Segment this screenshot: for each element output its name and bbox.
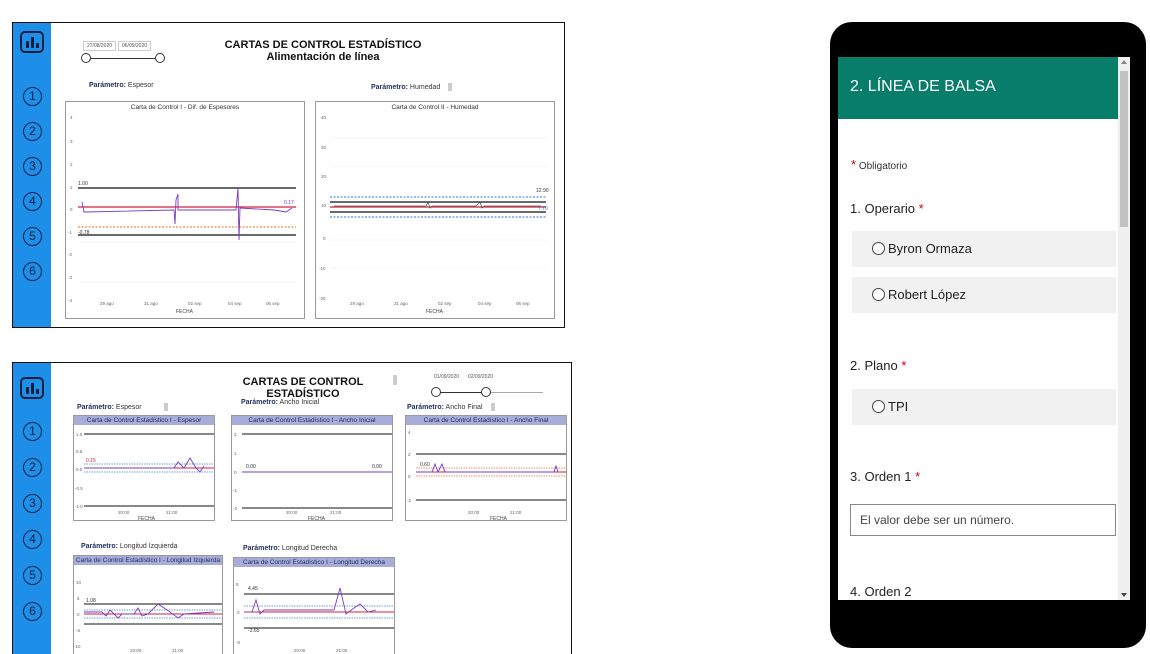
chart-longitud-derecha[interactable]: Carta de Control Estadístico I - Longitu… — [233, 557, 395, 654]
dashboard-subtitle: Alimentación de línea — [266, 51, 380, 63]
date-slider-track — [85, 58, 161, 59]
nav-page-2[interactable]: 2 — [23, 122, 42, 141]
param-humedad[interactable]: Parámetro: Humedad — [371, 83, 453, 91]
option-tpi[interactable]: TPI — [852, 389, 1116, 425]
radio-icon[interactable] — [872, 400, 885, 413]
param-espesor[interactable]: Parámetro: Espesor — [77, 403, 168, 411]
dashboard-title: CARTAS DE CONTROL ESTADÍSTICO — [224, 39, 422, 51]
scrollbar[interactable] — [1118, 57, 1130, 600]
scroll-up-icon[interactable] — [1121, 60, 1127, 64]
nav-page-4[interactable]: 4 — [23, 192, 42, 211]
nav-page-1[interactable]: 1 — [23, 87, 42, 106]
dashboard-title: CARTAS DE CONTROL ESTADÍSTICO — [242, 376, 364, 400]
chart-humedad[interactable]: Carta de Control II - Humedad 40 30 20 1… — [315, 101, 555, 319]
date-end[interactable]: 02/09/2020 — [465, 373, 496, 381]
chart-plot — [330, 137, 548, 269]
radio-icon[interactable] — [872, 242, 885, 255]
nav-page-1[interactable]: 1 — [23, 422, 42, 441]
param-ancho-inicial[interactable]: Parámetro: Ancho Inicial — [241, 399, 319, 406]
nav-page-5[interactable]: 5 — [23, 227, 42, 246]
nav-page-2[interactable]: 2 — [23, 458, 42, 477]
series-line — [81, 187, 293, 241]
required-note: * Obligatorio — [851, 157, 908, 172]
chart-espesores[interactable]: Carta de Control I - Dif. de Espesores 4… — [65, 101, 305, 319]
scrollbar-thumb[interactable] — [1120, 71, 1128, 227]
option-byron-ormaza[interactable]: Byron Ormaza — [852, 231, 1116, 267]
date-slider-end-handle[interactable] — [481, 387, 491, 397]
chart-plot — [84, 433, 214, 507]
form-screen: 2. LÍNEA DE BALSA * Obligatorio 1. Opera… — [838, 57, 1130, 600]
date-slider-end-handle[interactable] — [155, 53, 165, 63]
param-longitud-izquierda[interactable]: Parámetro: Longitud Izquierda — [81, 543, 178, 550]
date-start[interactable]: 27/08/2020 — [83, 41, 117, 51]
nav-page-3[interactable]: 3 — [23, 157, 42, 176]
param-longitud-derecha[interactable]: Parámetro: Longitud Derecha — [243, 545, 337, 552]
date-start[interactable]: 01/09/2020 — [431, 373, 462, 381]
powerbi-logo-icon — [20, 377, 44, 399]
chart-ancho-inicial[interactable]: Carta de Control Estadístico I - Ancho I… — [231, 415, 393, 522]
param-ancho-final[interactable]: Parámetro: Ancho Final — [407, 403, 495, 411]
param-espesor[interactable]: Parámetro: Espesor — [89, 82, 154, 89]
question-orden-1: 3. Orden 1 * — [850, 469, 921, 484]
question-operario: 1. Operario * — [850, 201, 924, 216]
nav-rail: 1 2 3 4 5 6 — [13, 23, 51, 327]
orden-1-input[interactable]: El valor debe ser un número. — [850, 504, 1116, 536]
question-plano: 2. Plano * — [850, 358, 907, 373]
nav-page-4[interactable]: 4 — [23, 530, 42, 549]
question-orden-2: 4. Orden 2 — [850, 584, 912, 599]
nav-page-6[interactable]: 6 — [23, 602, 42, 621]
date-slider-range — [435, 392, 487, 393]
date-slider-start-handle[interactable] — [431, 387, 441, 397]
date-slider-start-handle[interactable] — [81, 53, 91, 63]
option-robert-lopez[interactable]: Robert López — [852, 277, 1116, 313]
nav-page-6[interactable]: 6 — [23, 262, 42, 281]
dashboard-linea: 1 2 3 4 5 6 CARTAS DE CONTROL ESTADÍSTIC… — [12, 362, 572, 654]
powerbi-logo-icon — [20, 31, 44, 53]
title-marker — [393, 375, 397, 385]
dashboard-alimentacion: 1 2 3 4 5 6 27/08/2020 06/09/2020 CARTAS… — [12, 22, 565, 328]
date-end[interactable]: 06/09/2020 — [118, 41, 152, 51]
chart-plot — [84, 603, 222, 625]
chart-ancho-final[interactable]: Carta de Control Estadístico I - Ancho F… — [405, 415, 567, 522]
form-section-header: 2. LÍNEA DE BALSA — [838, 57, 1130, 119]
nav-rail: 1 2 3 4 5 6 — [13, 363, 51, 654]
nav-page-5[interactable]: 5 — [23, 566, 42, 585]
scroll-down-icon[interactable] — [1121, 593, 1127, 597]
radio-icon[interactable] — [872, 288, 885, 301]
chart-plot — [78, 187, 298, 283]
nav-page-3[interactable]: 3 — [23, 494, 42, 513]
chart-plot — [416, 453, 566, 501]
chart-plot — [242, 433, 392, 509]
chart-longitud-izquierda[interactable]: Carta de Control Estadístico I - Longitu… — [73, 555, 223, 654]
chart-plot — [244, 587, 394, 629]
chart-espesor[interactable]: Carta de Control Estadístico I - Espesor… — [73, 415, 215, 522]
